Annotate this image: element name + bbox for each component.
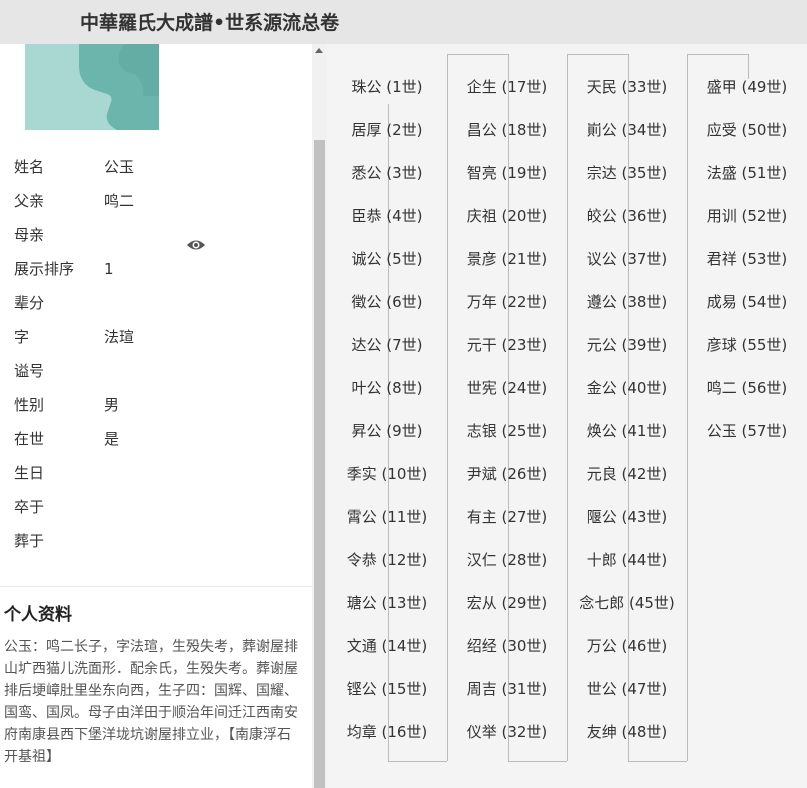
generation-link[interactable]: 君祥 (53世) — [687, 248, 807, 269]
bio-text: 公玉：鸣二长子，字法瑄，生殁失考，葬谢屋排山圹西猫儿洗面形．配余氏，生殁失考。葬… — [4, 639, 298, 765]
connector-line — [687, 54, 749, 55]
generation-link[interactable]: 公玉 (57世) — [687, 420, 807, 441]
generation-link[interactable]: 彦球 (55世) — [687, 334, 807, 355]
field-label: 谥号 — [14, 362, 45, 380]
connector-line — [447, 54, 509, 55]
field-label: 性别 — [14, 396, 45, 414]
generation-link[interactable]: 徵公 (6世) — [327, 291, 447, 312]
field-label: 生日 — [14, 464, 45, 482]
generation-link[interactable]: 文通 (14世) — [327, 635, 447, 656]
generation-link[interactable]: 隁公 (43世) — [567, 506, 687, 527]
generation-link[interactable]: 崱公 (34世) — [567, 119, 687, 140]
generation-link[interactable]: 盛甲 (49世) — [687, 76, 807, 97]
field-label: 姓名 — [14, 158, 45, 176]
generation-link[interactable]: 元良 (42世) — [567, 463, 687, 484]
connector-line — [628, 761, 687, 762]
generation-link[interactable]: 周吉 (31世) — [447, 678, 567, 699]
generation-link[interactable]: 元公 (39世) — [567, 334, 687, 355]
generation-link[interactable]: 景彦 (21世) — [447, 248, 567, 269]
connector-line — [508, 761, 567, 762]
field-value: 法瑄 — [104, 328, 135, 346]
generation-link[interactable]: 臣恭 (4世) — [327, 205, 447, 226]
generation-link[interactable]: 元干 (23世) — [447, 334, 567, 355]
generation-link[interactable]: 皎公 (36世) — [567, 205, 687, 226]
generation-link[interactable]: 昌公 (18世) — [447, 119, 567, 140]
generation-link[interactable]: 宗达 (35世) — [567, 162, 687, 183]
generation-link[interactable]: 十郎 (44世) — [567, 549, 687, 570]
generation-link[interactable]: 瑭公 (13世) — [327, 592, 447, 613]
generation-link[interactable]: 法盛 (51世) — [687, 162, 807, 183]
generation-link[interactable]: 令恭 (12世) — [327, 549, 447, 570]
field-value: 公玉 — [104, 158, 135, 176]
generation-link[interactable]: 议公 (37世) — [567, 248, 687, 269]
divider — [0, 586, 312, 587]
generation-link[interactable]: 仪举 (32世) — [447, 721, 567, 742]
generation-link[interactable]: 鸣二 (56世) — [687, 377, 807, 398]
generation-link[interactable]: 珠公 (1世) — [327, 76, 447, 97]
connector-line — [567, 54, 629, 55]
field-label: 父亲 — [14, 192, 45, 210]
generation-link[interactable]: 志银 (25世) — [447, 420, 567, 441]
generation-link[interactable]: 成易 (54世) — [687, 291, 807, 312]
field-label: 葬于 — [14, 532, 45, 550]
avatar — [25, 44, 159, 130]
field-value: 鸣二 — [104, 192, 135, 210]
field-label: 字 — [14, 328, 30, 346]
generation-link[interactable]: 焕公 (41世) — [567, 420, 687, 441]
generation-link[interactable]: 友绅 (48世) — [567, 721, 687, 742]
generation-link[interactable]: 企生 (17世) — [447, 76, 567, 97]
generation-link[interactable]: 应受 (50世) — [687, 119, 807, 140]
generation-link[interactable]: 天民 (33世) — [567, 76, 687, 97]
generation-link[interactable]: 昇公 (9世) — [327, 420, 447, 441]
generation-link[interactable]: 诚公 (5世) — [327, 248, 447, 269]
generation-link[interactable]: 达公 (7世) — [327, 334, 447, 355]
eye-icon[interactable] — [186, 237, 206, 256]
connector-line — [687, 54, 688, 761]
generation-link[interactable]: 庆祖 (20世) — [447, 205, 567, 226]
generation-link[interactable]: 万年 (22世) — [447, 291, 567, 312]
page-title: 中華羅氏大成譜•世系源流总卷 — [80, 12, 340, 34]
person-silhouette-icon — [79, 44, 159, 130]
scroll-up-arrow-icon[interactable] — [315, 48, 323, 53]
bio-heading: 个人资料 — [4, 605, 72, 625]
field-label: 展示排序 — [14, 260, 75, 278]
scrollbar-thumb[interactable] — [314, 140, 325, 788]
generation-link[interactable]: 叶公 (8世) — [327, 377, 447, 398]
generation-link[interactable]: 绍经 (30世) — [447, 635, 567, 656]
field-value: 是 — [104, 430, 120, 448]
scrollbar[interactable] — [312, 44, 327, 788]
generation-link[interactable]: 居厚 (2世) — [327, 119, 447, 140]
field-label: 辈分 — [14, 294, 45, 312]
profile-panel: 姓名 公玉 父亲 鸣二 母亲 展示排序 1 辈分字法瑄 谥号 性别男在世是生日 卒于 葬于 个人资料 … — [0, 44, 312, 788]
generation-link[interactable]: 霄公 (11世) — [327, 506, 447, 527]
field-label: 母亲 — [14, 226, 45, 244]
generation-link[interactable]: 均章 (16世) — [327, 721, 447, 742]
generation-link[interactable]: 金公 (40世) — [567, 377, 687, 398]
generation-link[interactable]: 宏从 (29世) — [447, 592, 567, 613]
generation-link[interactable]: 世宪 (24世) — [447, 377, 567, 398]
lineage-panel: 珠公 (1世) 居厚 (2世) 悉公 (3世) 臣恭 (4世) 诚公 (5世) 徵公 (6… — [327, 44, 807, 788]
generation-link[interactable]: 有主 (27世) — [447, 506, 567, 527]
generation-link[interactable]: 用训 (52世) — [687, 205, 807, 226]
generation-link[interactable]: 念七郎 (45世) — [567, 592, 687, 613]
generation-link[interactable]: 智亮 (19世) — [447, 162, 567, 183]
generation-link[interactable]: 万公 (46世) — [567, 635, 687, 656]
field-value: 1 — [104, 260, 114, 278]
field-label: 卒于 — [14, 498, 45, 516]
field-value: 男 — [104, 396, 120, 414]
generation-link[interactable]: 遵公 (38世) — [567, 291, 687, 312]
generation-link[interactable]: 汉仁 (28世) — [447, 549, 567, 570]
generation-link[interactable]: 悉公 (3世) — [327, 162, 447, 183]
generation-link[interactable]: 铿公 (15世) — [327, 678, 447, 699]
field-label: 在世 — [14, 430, 45, 448]
generation-link[interactable]: 世公 (47世) — [567, 678, 687, 699]
generation-link[interactable]: 季实 (10世) — [327, 463, 447, 484]
generation-link[interactable]: 尹斌 (26世) — [447, 463, 567, 484]
connector-line — [388, 761, 447, 762]
header-bar: 中華羅氏大成譜•世系源流总卷 — [0, 0, 807, 44]
